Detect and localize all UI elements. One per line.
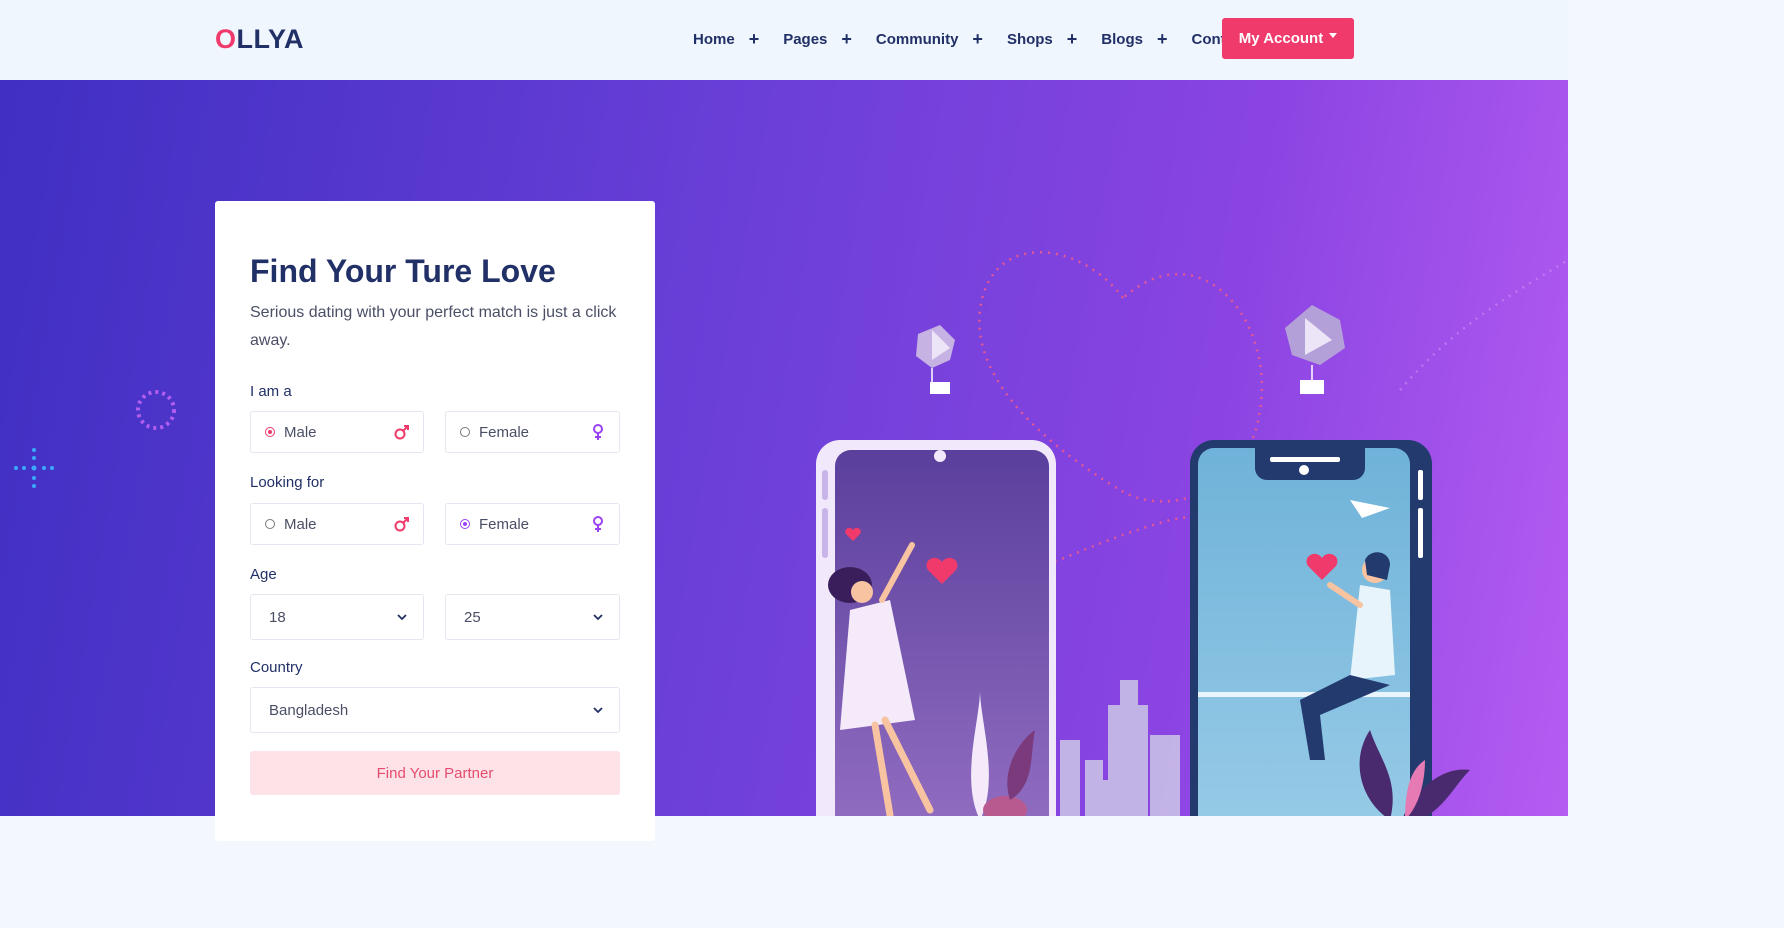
- plus-icon: +: [972, 29, 983, 49]
- dotted-circle-decoration: [136, 390, 176, 430]
- main-nav: Home + Pages + Community + Shops + Blogs + Co…: [693, 29, 1271, 49]
- chevron-down-icon: [593, 614, 603, 621]
- nav-item-shops[interactable]: Shops +: [1007, 30, 1077, 48]
- looking-for-female-option[interactable]: Female: [445, 503, 620, 545]
- country-label: Country: [250, 659, 303, 676]
- plus-icon: +: [841, 29, 852, 49]
- plus-icon: +: [748, 29, 760, 49]
- radio-unselected[interactable]: [460, 427, 470, 437]
- looking-for-label: Looking for: [250, 474, 325, 491]
- age-label: Age: [250, 566, 277, 583]
- site-logo[interactable]: OLLYA: [215, 24, 304, 55]
- i-am-male-option[interactable]: Male: [250, 411, 424, 453]
- country-select[interactable]: Bangladesh: [250, 687, 620, 733]
- radio-selected[interactable]: [460, 519, 470, 529]
- chevron-down-icon: [397, 614, 407, 621]
- age-to-select[interactable]: 25: [445, 594, 620, 640]
- nav-item-home[interactable]: Home +: [693, 30, 759, 48]
- female-icon: [593, 516, 603, 532]
- caret-down-icon: [1329, 33, 1338, 38]
- search-card: Find Your Ture Love Serious dating with …: [215, 201, 655, 841]
- sparkle-decoration: [14, 448, 54, 488]
- balloon-right: [1285, 305, 1345, 394]
- nav-item-blogs[interactable]: Blogs +: [1101, 30, 1167, 48]
- female-icon: [593, 424, 603, 440]
- card-subtitle: Serious dating with your perfect match i…: [250, 304, 617, 349]
- nav-item-pages[interactable]: Pages +: [783, 30, 852, 48]
- find-partner-button[interactable]: Find Your Partner: [250, 751, 620, 795]
- male-icon: [394, 517, 409, 532]
- radio-selected[interactable]: [265, 427, 275, 437]
- plus-icon: +: [1156, 29, 1168, 49]
- radio-unselected[interactable]: [265, 519, 275, 529]
- balloon-left: [916, 325, 955, 394]
- i-am-label: I am a: [250, 383, 292, 400]
- chevron-down-icon: [593, 707, 603, 714]
- nav-item-community[interactable]: Community +: [876, 30, 983, 48]
- site-header: OLLYA Home + Pages + Community + Shops + Blo…: [0, 0, 1568, 80]
- my-account-button[interactable]: My Account: [1222, 18, 1354, 59]
- dating-illustration: [816, 251, 1568, 816]
- age-from-select[interactable]: 18: [250, 594, 424, 640]
- i-am-female-option[interactable]: Female: [445, 411, 620, 453]
- male-icon: [394, 425, 409, 440]
- card-title: Find Your Ture Love: [250, 253, 556, 289]
- looking-for-male-option[interactable]: Male: [250, 503, 424, 545]
- plus-icon: +: [1066, 29, 1078, 49]
